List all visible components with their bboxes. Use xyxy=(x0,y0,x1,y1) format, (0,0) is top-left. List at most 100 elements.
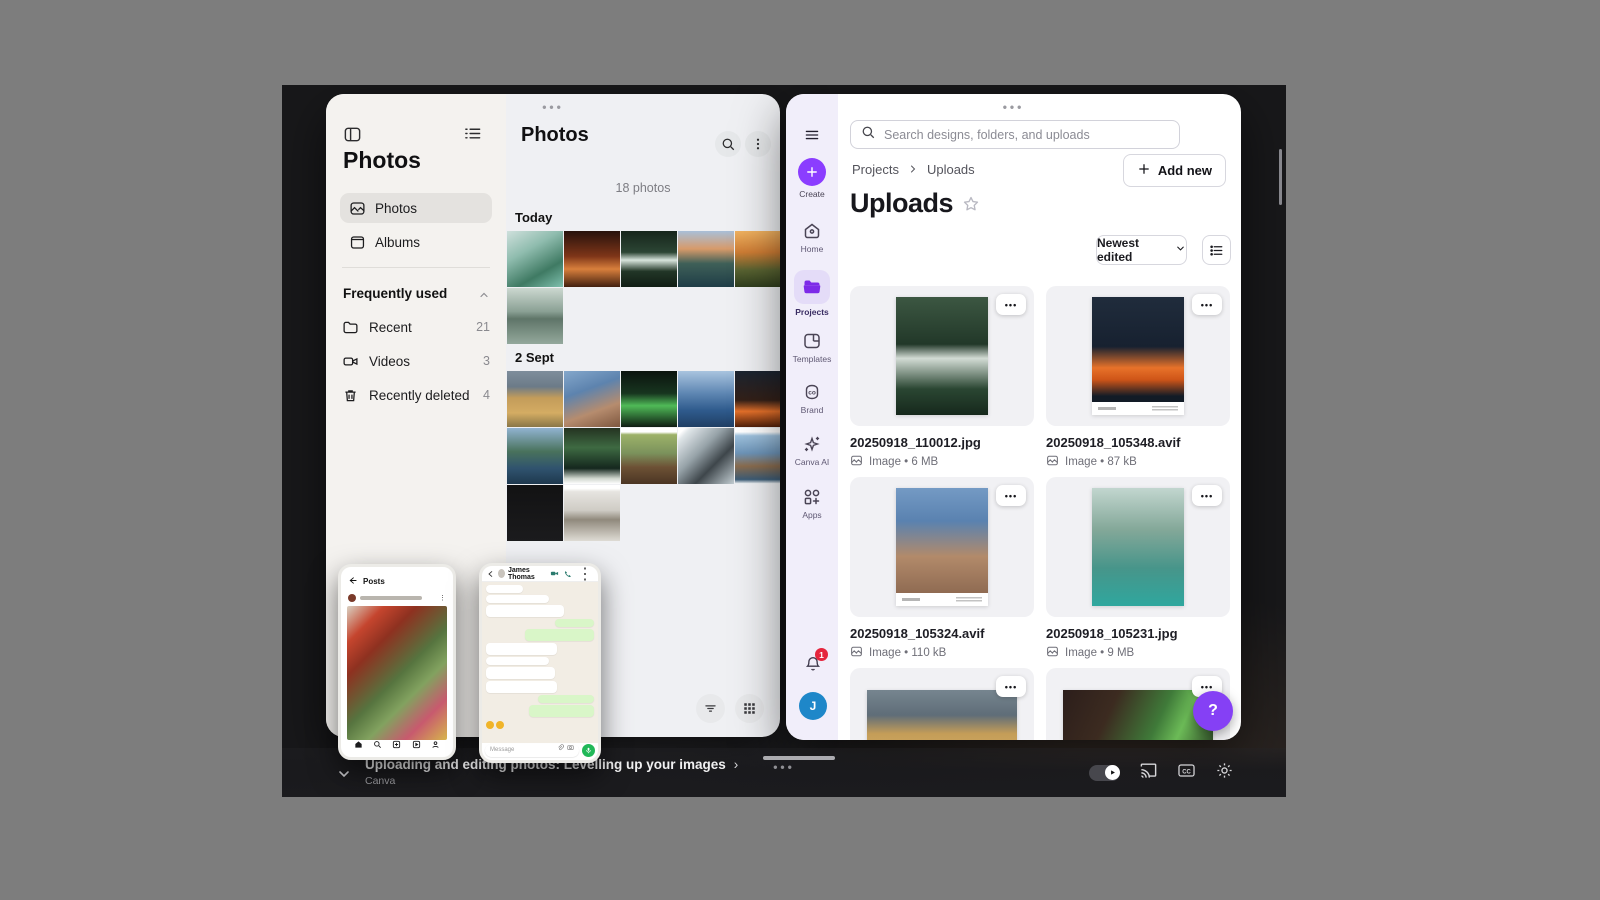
player-more-options[interactable]: ••• xyxy=(773,760,795,774)
chevron-up-icon[interactable] xyxy=(478,289,490,301)
sidebar-item-videos[interactable]: Videos 3 xyxy=(340,350,492,372)
emoji-reaction xyxy=(486,721,504,729)
photo-thumbnail[interactable] xyxy=(507,485,563,541)
photo-thumbnail[interactable] xyxy=(678,231,734,287)
sort-dropdown[interactable]: Newest edited xyxy=(1096,235,1187,265)
uploads-grid: ••• 20250918_110012.jpg Image • 6 MB ••• 202… xyxy=(850,286,1230,740)
page-title: Uploads xyxy=(850,186,980,220)
sidebar-item-recently-deleted[interactable]: Recently deleted 4 xyxy=(340,384,492,406)
breadcrumb-projects[interactable]: Projects xyxy=(852,162,899,177)
more-options-button[interactable] xyxy=(745,131,771,157)
breadcrumb-uploads[interactable]: Uploads xyxy=(927,162,975,177)
upload-card-preview[interactable]: ••• xyxy=(1046,477,1230,617)
upload-card-preview[interactable]: ••• xyxy=(850,477,1034,617)
sidebar-item-templates[interactable]: Templates xyxy=(786,331,838,364)
sparkles-icon xyxy=(786,434,838,454)
more-options-icon: ⋮ xyxy=(577,565,593,583)
image-type-icon xyxy=(850,454,863,470)
photo-thumbnail[interactable] xyxy=(564,371,620,427)
file-name: 20250918_105348.avif xyxy=(1046,435,1181,450)
captions-icon[interactable]: CC xyxy=(1177,761,1196,785)
home-icon xyxy=(354,736,363,754)
more-options-button[interactable]: ••• xyxy=(996,676,1026,697)
photo-thumbnail[interactable] xyxy=(621,231,677,287)
sidebar-item-home[interactable]: Home xyxy=(786,221,838,254)
photo-thumbnail[interactable] xyxy=(564,428,620,484)
sidebar-item-canva-ai[interactable]: Canva AI xyxy=(786,434,838,467)
sidebar-toggle-icon[interactable] xyxy=(343,125,362,144)
photo-thumbnail[interactable] xyxy=(621,428,677,484)
apps-icon xyxy=(786,487,838,507)
upload-image xyxy=(896,488,988,606)
post-image xyxy=(347,606,447,740)
sidebar-item-apps[interactable]: Apps xyxy=(786,487,838,520)
photo-thumbnail[interactable] xyxy=(507,428,563,484)
more-options-button[interactable]: ••• xyxy=(996,294,1026,315)
edit-list-icon[interactable] xyxy=(463,124,482,143)
photo-thumbnail[interactable] xyxy=(735,371,780,427)
sidebar-item-albums[interactable]: Albums xyxy=(340,227,492,257)
folder-icon xyxy=(342,319,359,336)
search-input[interactable] xyxy=(884,127,1169,142)
more-options-button[interactable]: ••• xyxy=(1192,485,1222,506)
horizontal-scroll-indicator[interactable] xyxy=(763,756,835,760)
photo-thumbnail[interactable] xyxy=(678,371,734,427)
settings-gear-icon[interactable] xyxy=(1215,761,1234,785)
more-options-button[interactable]: ••• xyxy=(1192,294,1222,315)
photo-section-label: Today xyxy=(515,210,553,225)
sidebar-item-brand[interactable]: co Brand xyxy=(786,382,838,415)
chevron-down-icon xyxy=(1175,243,1186,257)
more-options-button[interactable]: ••• xyxy=(996,485,1026,506)
photo-section-label: 2 Sept xyxy=(515,350,555,365)
back-arrow-icon xyxy=(487,566,495,583)
photo-thumbnail[interactable] xyxy=(735,428,780,484)
collapse-chevron-icon[interactable] xyxy=(336,766,352,787)
sidebar-item-photos[interactable]: Photos xyxy=(340,193,492,223)
search-button[interactable] xyxy=(715,131,741,157)
chat-bubble xyxy=(555,619,594,627)
chat-bubble xyxy=(486,605,564,617)
profile-icon xyxy=(431,736,440,754)
photo-thumbnail[interactable] xyxy=(735,231,780,287)
photo-grid xyxy=(507,231,780,344)
vertical-scrollbar[interactable] xyxy=(1279,149,1282,205)
add-new-button[interactable]: Add new xyxy=(1122,154,1226,187)
sidebar-item-recent[interactable]: Recent 21 xyxy=(340,316,492,338)
sidebar-item-create[interactable]: Create xyxy=(786,158,838,199)
mic-button xyxy=(582,744,595,757)
file-meta: Image • 110 kB xyxy=(850,645,1034,661)
photo-thumbnail[interactable] xyxy=(507,231,563,287)
cast-icon[interactable] xyxy=(1139,761,1158,785)
page-title: Photos xyxy=(521,124,589,146)
file-name: 20250918_110012.jpg xyxy=(850,435,981,450)
file-meta: Image • 87 kB xyxy=(1046,454,1230,470)
avatar[interactable]: J xyxy=(799,692,827,720)
photo-thumbnail[interactable] xyxy=(507,288,563,344)
sidebar-item-projects[interactable]: Projects xyxy=(786,270,838,317)
search-bar[interactable] xyxy=(850,120,1180,149)
autoplay-toggle[interactable] xyxy=(1089,764,1120,781)
attach-icon xyxy=(557,744,564,757)
help-button[interactable]: ? xyxy=(1193,691,1233,731)
photo-count-caption: 18 photos xyxy=(615,181,671,195)
upload-image xyxy=(867,690,1017,740)
menu-icon[interactable] xyxy=(804,127,820,148)
star-icon[interactable] xyxy=(962,189,980,220)
photo-thumbnail[interactable] xyxy=(564,231,620,287)
screen-title: Posts xyxy=(363,576,385,586)
photo-thumbnail[interactable] xyxy=(507,371,563,427)
tablet-screen: ••• Photos Photos Albums Frequently used… xyxy=(282,85,1286,797)
bottom-nav xyxy=(341,736,453,754)
photo-thumbnail[interactable] xyxy=(564,485,620,541)
upload-image xyxy=(1063,690,1213,740)
upload-card-preview[interactable]: ••• xyxy=(850,668,1034,740)
upload-card-preview[interactable]: ••• xyxy=(1046,286,1230,426)
photo-thumbnail[interactable] xyxy=(678,428,734,484)
item-count: 3 xyxy=(483,354,490,368)
upload-card-preview[interactable]: ••• xyxy=(850,286,1034,426)
photo-thumbnail[interactable] xyxy=(621,371,677,427)
filter-button[interactable] xyxy=(696,694,725,723)
grid-view-button[interactable] xyxy=(735,694,764,723)
notification-badge: 1 xyxy=(815,648,828,661)
list-view-button[interactable] xyxy=(1202,235,1231,265)
